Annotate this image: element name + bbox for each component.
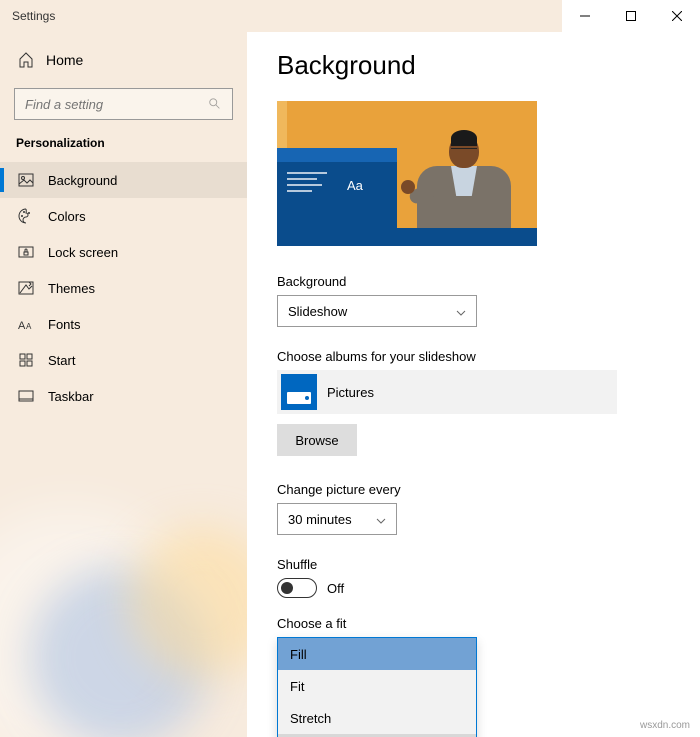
section-label: Personalization — [0, 132, 247, 162]
chevron-down-icon — [376, 514, 386, 524]
maximize-button[interactable] — [608, 0, 654, 32]
fit-label: Choose a fit — [277, 616, 670, 631]
watermark: wsxdn.com — [640, 720, 690, 731]
minimize-button[interactable] — [562, 0, 608, 32]
sidebar-item-background[interactable]: Background — [0, 162, 247, 198]
sidebar-item-taskbar[interactable]: Taskbar — [0, 378, 247, 414]
sidebar-item-start[interactable]: Start — [0, 342, 247, 378]
sidebar-item-colors[interactable]: Colors — [0, 198, 247, 234]
fit-dropdown-open[interactable]: Fill Fit Stretch Tile Center Span — [277, 637, 477, 737]
change-label: Change picture every — [277, 482, 670, 497]
search-box[interactable] — [14, 88, 233, 120]
page-title: Background — [277, 50, 670, 81]
sidebar-item-themes[interactable]: Themes — [0, 270, 247, 306]
chevron-down-icon — [456, 306, 466, 316]
window-title: Settings — [12, 9, 55, 23]
album-row[interactable]: Pictures — [277, 370, 617, 414]
sidebar-item-label: Taskbar — [48, 389, 94, 404]
browse-button[interactable]: Browse — [277, 424, 357, 456]
search-icon — [208, 97, 222, 111]
change-value: 30 minutes — [288, 512, 352, 527]
window-controls — [562, 0, 700, 32]
start-icon — [18, 352, 34, 368]
background-dropdown[interactable]: Slideshow — [277, 295, 477, 327]
sidebar-item-fonts[interactable]: AA Fonts — [0, 306, 247, 342]
home-icon — [18, 52, 34, 68]
album-name: Pictures — [327, 385, 374, 400]
sidebar-item-label: Colors — [48, 209, 86, 224]
svg-text:A: A — [18, 320, 26, 332]
preview-sample-text: Aa — [347, 178, 363, 193]
shuffle-label: Shuffle — [277, 557, 670, 572]
fonts-icon: AA — [18, 316, 34, 332]
fit-option-fill[interactable]: Fill — [278, 638, 476, 670]
background-label: Background — [277, 274, 670, 289]
themes-icon — [18, 280, 34, 296]
sidebar-item-label: Background — [48, 173, 117, 188]
palette-icon — [18, 208, 34, 224]
sidebar-item-lock-screen[interactable]: Lock screen — [0, 234, 247, 270]
album-thumbnail — [281, 374, 317, 410]
main-content: Background Aa Background Slideshow Choos… — [247, 32, 700, 737]
sidebar-item-label: Fonts — [48, 317, 81, 332]
change-interval-dropdown[interactable]: 30 minutes — [277, 503, 397, 535]
fit-option-stretch[interactable]: Stretch — [278, 702, 476, 734]
sidebar-item-label: Lock screen — [48, 245, 118, 260]
sidebar-item-label: Themes — [48, 281, 95, 296]
desktop-preview: Aa — [277, 101, 537, 246]
home-button[interactable]: Home — [0, 42, 247, 78]
sidebar-item-label: Start — [48, 353, 75, 368]
picture-icon — [18, 172, 34, 188]
home-label: Home — [46, 52, 83, 68]
fit-option-fit[interactable]: Fit — [278, 670, 476, 702]
lock-screen-icon — [18, 244, 34, 260]
shuffle-value: Off — [327, 581, 344, 596]
sidebar: Home Personalization Background Colors L… — [0, 32, 247, 737]
svg-text:A: A — [26, 322, 32, 331]
titlebar: Settings — [0, 0, 700, 32]
albums-label: Choose albums for your slideshow — [277, 349, 670, 364]
taskbar-icon — [18, 388, 34, 404]
close-button[interactable] — [654, 0, 700, 32]
search-input[interactable] — [25, 97, 208, 112]
background-value: Slideshow — [288, 304, 347, 319]
shuffle-toggle[interactable] — [277, 578, 317, 598]
